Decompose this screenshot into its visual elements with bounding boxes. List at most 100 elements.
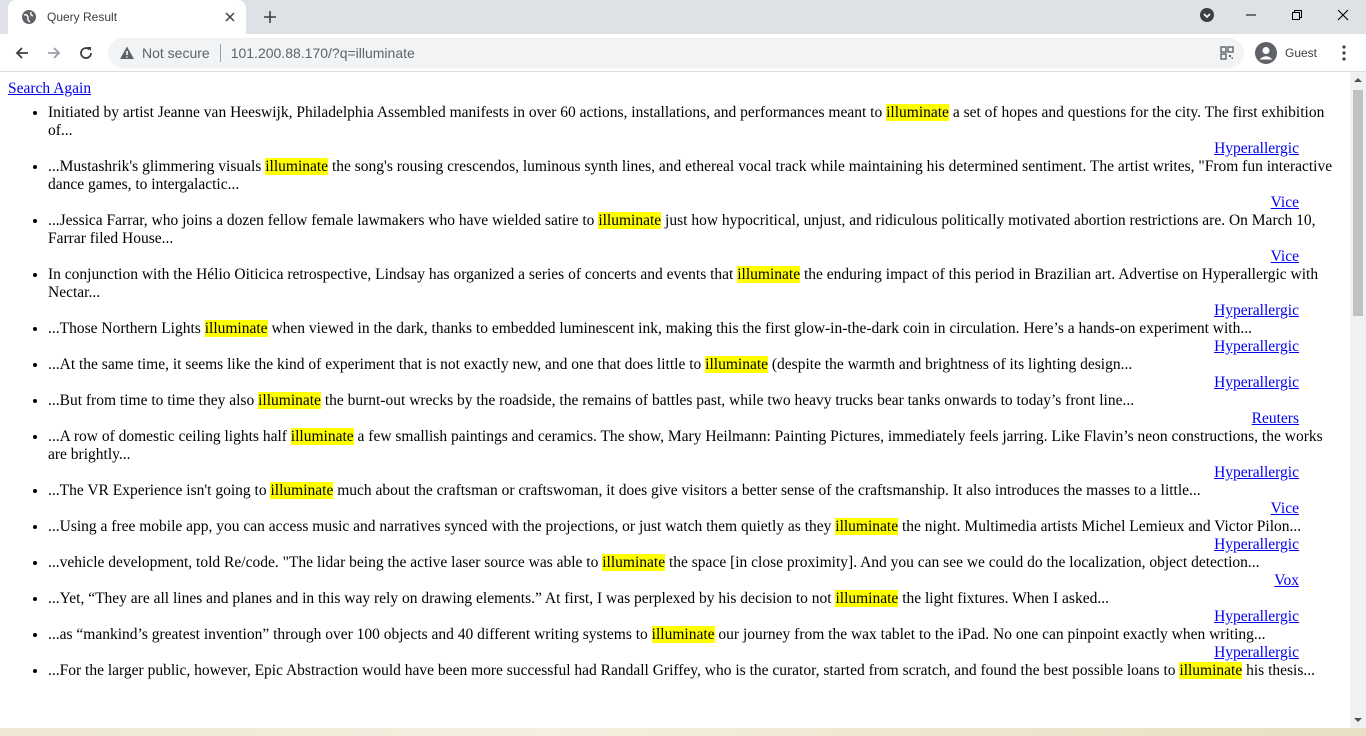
- source-link[interactable]: Hyperallergic: [1214, 140, 1299, 157]
- snippet-text-after: his thesis...: [1242, 662, 1316, 679]
- list-item: ...Those Northern Lights illuminate when…: [48, 320, 1343, 356]
- snippet-text-before: ...as “mankind’s greatest invention” thr…: [48, 626, 652, 643]
- result-snippet: ...But from time to time they also illum…: [48, 392, 1338, 410]
- tab-search-icon[interactable]: [1184, 0, 1230, 30]
- snippet-text-after: the night. Multimedia artists Michel Lem…: [898, 518, 1302, 535]
- result-snippet: In conjunction with the Hélio Oiticica r…: [48, 266, 1338, 302]
- highlighted-term: illuminate: [204, 320, 268, 337]
- source-link[interactable]: Hyperallergic: [1214, 302, 1299, 319]
- snippet-text-before: ...At the same time, it seems like the k…: [48, 356, 706, 373]
- restore-icon[interactable]: [1274, 0, 1320, 30]
- result-snippet: ...Yet, “They are all lines and planes a…: [48, 590, 1338, 608]
- avatar-icon: [1255, 42, 1277, 64]
- scrollbar-thumb[interactable]: [1353, 90, 1363, 316]
- profile-label: Guest: [1285, 46, 1318, 60]
- menu-icon[interactable]: [1334, 42, 1354, 64]
- source-link[interactable]: Hyperallergic: [1214, 536, 1299, 553]
- result-source: Hyperallergic: [48, 140, 1299, 158]
- source-link[interactable]: Hyperallergic: [1214, 644, 1299, 661]
- forward-icon[interactable]: [40, 39, 68, 67]
- warning-icon[interactable]: [118, 44, 136, 62]
- close-window-icon[interactable]: [1320, 0, 1366, 30]
- address-bar[interactable]: Not secure 101.200.88.170/?q=illuminate: [108, 38, 1244, 68]
- desktop-strip: [0, 728, 1366, 736]
- list-item: ...Jessica Farrar, who joins a dozen fel…: [48, 212, 1343, 266]
- list-item: ...A row of domestic ceiling lights half…: [48, 428, 1343, 482]
- highlighted-term: illuminate: [737, 266, 801, 283]
- snippet-text-before: ...Yet, “They are all lines and planes a…: [48, 590, 836, 607]
- highlighted-term: illuminate: [835, 590, 899, 607]
- result-source: Hyperallergic: [48, 302, 1299, 320]
- scroll-up-arrow-icon[interactable]: [1350, 72, 1366, 88]
- snippet-text-before: ...The VR Experience isn't going to: [48, 482, 271, 499]
- result-source: Vice: [48, 500, 1299, 518]
- list-item: ...Yet, “They are all lines and planes a…: [48, 590, 1343, 626]
- qr-code-icon[interactable]: [1218, 44, 1236, 62]
- result-snippet: ...vehicle development, told Re/code. "T…: [48, 554, 1338, 572]
- highlighted-term: illuminate: [886, 104, 949, 121]
- snippet-text-after: much about the craftsman or craftswoman,…: [333, 482, 1201, 499]
- not-secure-label[interactable]: Not secure: [142, 45, 210, 61]
- source-link[interactable]: Hyperallergic: [1214, 608, 1299, 625]
- source-link[interactable]: Vice: [1271, 248, 1299, 265]
- source-link[interactable]: Hyperallergic: [1214, 338, 1299, 355]
- back-icon[interactable]: [8, 39, 36, 67]
- source-link[interactable]: Hyperallergic: [1214, 374, 1299, 391]
- source-link[interactable]: Vice: [1271, 500, 1299, 517]
- highlighted-term: illuminate: [290, 428, 354, 445]
- list-item: In conjunction with the Hélio Oiticica r…: [48, 266, 1343, 320]
- snippet-text-before: ...Those Northern Lights: [48, 320, 205, 337]
- list-item: ...Using a free mobile app, you can acce…: [48, 518, 1343, 554]
- new-tab-button[interactable]: [258, 6, 282, 28]
- list-item: Initiated by artist Jeanne van Heeswijk,…: [48, 104, 1343, 158]
- snippet-text-before: ...For the larger public, however, Epic …: [48, 662, 1180, 679]
- source-link[interactable]: Vox: [1274, 572, 1299, 589]
- snippet-text-after: the space [in close proximity]. And you …: [665, 554, 1260, 571]
- list-item: ...Mustashrik's glimmering visuals illum…: [48, 158, 1343, 212]
- tab-query-result[interactable]: Query Result: [8, 0, 246, 34]
- list-item: ...But from time to time they also illum…: [48, 392, 1343, 428]
- minimize-icon[interactable]: [1228, 0, 1274, 30]
- source-link[interactable]: Vice: [1271, 194, 1299, 211]
- tab-strip: Query Result: [0, 0, 1366, 34]
- list-item: ...as “mankind’s greatest invention” thr…: [48, 626, 1343, 662]
- snippet-text-before: Initiated by artist Jeanne van Heeswijk,…: [48, 104, 887, 121]
- result-source: Vice: [48, 248, 1299, 266]
- close-icon[interactable]: [220, 7, 240, 27]
- result-snippet: ...Jessica Farrar, who joins a dozen fel…: [48, 212, 1338, 248]
- result-snippet: ...Using a free mobile app, you can acce…: [48, 518, 1338, 536]
- snippet-text-before: ...A row of domestic ceiling lights half: [48, 428, 291, 445]
- highlighted-term: illuminate: [265, 158, 329, 175]
- snippet-text-before: ...But from time to time they also: [48, 392, 259, 409]
- reload-icon[interactable]: [72, 39, 100, 67]
- result-source: Hyperallergic: [48, 608, 1299, 626]
- snippet-text-after: (despite the warmth and brightness of it…: [768, 356, 1133, 373]
- result-snippet: ...Mustashrik's glimmering visuals illum…: [48, 158, 1338, 194]
- search-again-link[interactable]: Search Again: [8, 80, 91, 98]
- globe-icon: [21, 9, 37, 25]
- highlighted-term: illuminate: [705, 356, 769, 373]
- highlighted-term: illuminate: [270, 482, 334, 499]
- url-text[interactable]: 101.200.88.170/?q=illuminate: [231, 45, 415, 61]
- result-snippet: ...At the same time, it seems like the k…: [48, 356, 1338, 374]
- snippet-text-before: ...Mustashrik's glimmering visuals: [48, 158, 266, 175]
- snippet-text-before: ...Using a free mobile app, you can acce…: [48, 518, 836, 535]
- result-source: Hyperallergic: [48, 374, 1299, 392]
- highlighted-term: illuminate: [602, 554, 666, 571]
- profile-button[interactable]: Guest: [1252, 38, 1326, 68]
- list-item: ...At the same time, it seems like the k…: [48, 356, 1343, 392]
- omnibox-separator: [219, 44, 221, 62]
- source-link[interactable]: Reuters: [1252, 410, 1299, 427]
- scroll-down-arrow-icon[interactable]: [1350, 712, 1366, 728]
- highlighted-term: illuminate: [1179, 662, 1243, 679]
- vertical-scrollbar[interactable]: [1350, 72, 1366, 728]
- result-source: Vice: [48, 194, 1299, 212]
- snippet-text-after: when viewed in the dark, thanks to embed…: [267, 320, 1252, 337]
- snippet-text-after: the burnt-out wrecks by the roadside, th…: [320, 392, 1135, 409]
- results-list: Initiated by artist Jeanne van Heeswijk,…: [8, 104, 1343, 680]
- page-viewport: Search Again Initiated by artist Jeanne …: [0, 72, 1350, 728]
- source-link[interactable]: Hyperallergic: [1214, 464, 1299, 481]
- snippet-text-before: ...vehicle development, told Re/code. "T…: [48, 554, 603, 571]
- list-item: ...The VR Experience isn't going to illu…: [48, 482, 1343, 518]
- result-snippet: Initiated by artist Jeanne van Heeswijk,…: [48, 104, 1338, 140]
